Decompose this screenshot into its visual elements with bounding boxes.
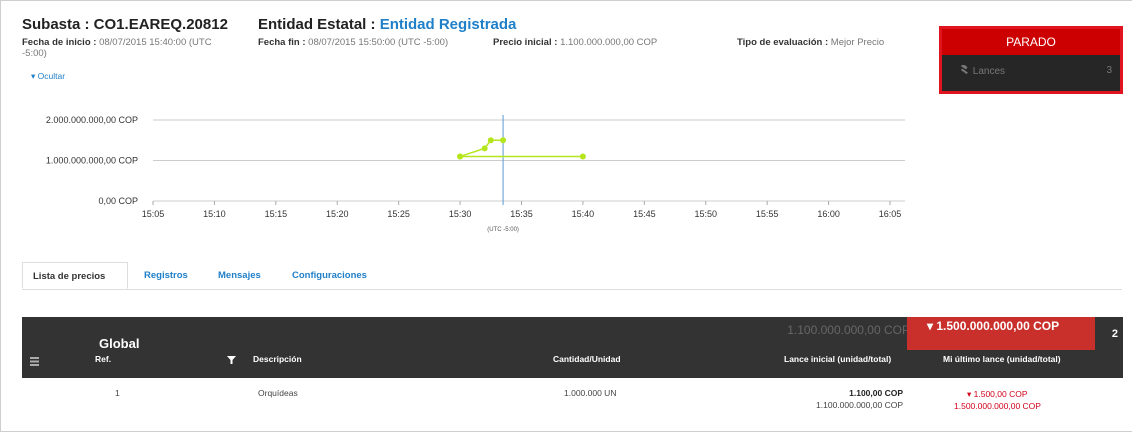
x-tick-label: 15:35 [510, 209, 533, 219]
x-tick-label: 15:20 [326, 209, 349, 219]
gavel-icon [958, 63, 973, 77]
y-tick-label: 0,00 COP [98, 196, 138, 206]
hide-details-link[interactable]: ▾ Ocultar [31, 71, 65, 82]
end-date: Fecha fin : 08/07/2015 15:50:00 (UTC -5:… [258, 37, 448, 48]
column-initial-bid: Lance inicial (unidad/total) [784, 354, 892, 364]
data-point [579, 153, 586, 160]
row-my-unit: ▾ 1.500,00 COP [967, 389, 1028, 399]
end-date-value: 08/07/2015 15:50:00 (UTC -5:00) [308, 37, 449, 48]
row-initial-total: 1.100.000.000,00 COP [816, 400, 903, 410]
title-row: Subasta : CO1.EAREQ.20812 Entidad Estata… [22, 16, 516, 34]
entity-label: Entidad Estatal : [258, 16, 380, 33]
x-tick-label: 15:30 [449, 209, 472, 219]
x-tick-label: 15:05 [142, 209, 165, 219]
row-ref: 1 [115, 388, 120, 398]
bids-row[interactable]: Lances 3 [942, 55, 1120, 77]
grid-menu-icon[interactable] [30, 357, 39, 368]
x-tick-label: 15:10 [203, 209, 226, 219]
bid-chart: 2.000.000.000,00 COP 1.000.000.000,00 COP… [0, 105, 930, 250]
entity-value: Entidad Registrada [379, 16, 517, 33]
start-date-value-cont: -5:00) [22, 48, 47, 59]
x-tick-label: 15:55 [756, 209, 779, 219]
x-tick-label: 16:00 [817, 209, 840, 219]
start-date-label: Fecha de inicio : [22, 37, 100, 48]
column-ref: Ref. [95, 354, 112, 364]
filter-icon[interactable] [227, 356, 236, 366]
bids-count: 3 [1106, 65, 1112, 76]
auction-title: Subasta : CO1.EAREQ.20812 [22, 16, 228, 33]
tab-settings[interactable]: Configuraciones [282, 262, 377, 289]
entity-field: Entidad Estatal : Entidad Registrada [258, 16, 516, 33]
bids-label: Lances [972, 66, 1006, 77]
start-date: Fecha de inicio : 08/07/2015 15:40:00 (U… [22, 37, 232, 59]
row-quantity: 1.000.000 UN [564, 388, 617, 398]
x-tick-label: 15:50 [694, 209, 717, 219]
y-tick-label: 1.000.000.000,00 COP [46, 156, 138, 166]
x-tick-label: 15:45 [633, 209, 656, 219]
x-axis-note: (UTC -5:00) [487, 227, 519, 233]
bid-chart-svg: 2.000.000.000,00 COP 1.000.000.000,00 COP… [46, 115, 905, 233]
data-point [481, 145, 488, 152]
grid-summary-bar: Global 1.100.000.000,00 COP ▾ 1.500.000.… [22, 317, 1123, 351]
column-quantity: Cantidad/Unidad [553, 354, 621, 364]
my-last-total: ▾ 1.500.000.000,00 COP [927, 319, 1060, 333]
start-date-value: 08/07/2015 15:40:00 (UTC [99, 37, 212, 48]
x-tick-label: 16:05 [879, 209, 902, 219]
auction-status-box: PARADO Lances 3 [939, 26, 1123, 94]
x-tick-label: 15:40 [572, 209, 595, 219]
tab-messages[interactable]: Mensajes [208, 262, 271, 289]
tab-logs[interactable]: Registros [134, 262, 198, 289]
column-my-last-bid: Mi último lance (unidad/total) [943, 354, 1061, 364]
initial-total: 1.100.000.000,00 COP [787, 323, 910, 337]
row-initial-unit: 1.100,00 COP [849, 388, 903, 398]
evaluation-type-value: Mejor Precio [830, 37, 885, 48]
end-date-label: Fecha fin : [258, 37, 309, 48]
tab-price-list[interactable]: Lista de precios [22, 262, 128, 289]
initial-price-value: 1.100.000.000,00 COP [560, 37, 658, 48]
evaluation-type: Tipo de evaluación : Mejor Precio [737, 37, 884, 48]
rank-badge: 2 [1111, 328, 1118, 340]
group-label: Global [99, 336, 140, 351]
grid-header: Ref. Descripción Cantidad/Unidad Lance i… [22, 350, 1123, 378]
row-my-total: 1.500.000.000,00 COP [954, 401, 1041, 411]
evaluation-type-label: Tipo de evaluación : [737, 37, 831, 48]
y-tick-label: 2.000.000.000,00 COP [46, 115, 138, 125]
initial-price-label: Precio inicial : [493, 37, 561, 48]
data-point [487, 137, 494, 144]
x-tick-label: 15:25 [387, 209, 410, 219]
data-point [500, 137, 507, 144]
tab-bar: Lista de precios Registros Mensajes Conf… [22, 262, 1122, 290]
table-row: 1 Orquídeas 1.000.000 UN 1.100,00 COP 1.… [22, 384, 1123, 424]
row-description: Orquídeas [258, 388, 298, 398]
column-description: Descripción [253, 354, 302, 364]
initial-price: Precio inicial : 1.100.000.000,00 COP [493, 37, 657, 48]
status-label: PARADO [942, 29, 1120, 55]
series-line [459, 139, 504, 158]
x-tick-label: 15:15 [265, 209, 288, 219]
data-point [457, 153, 464, 160]
